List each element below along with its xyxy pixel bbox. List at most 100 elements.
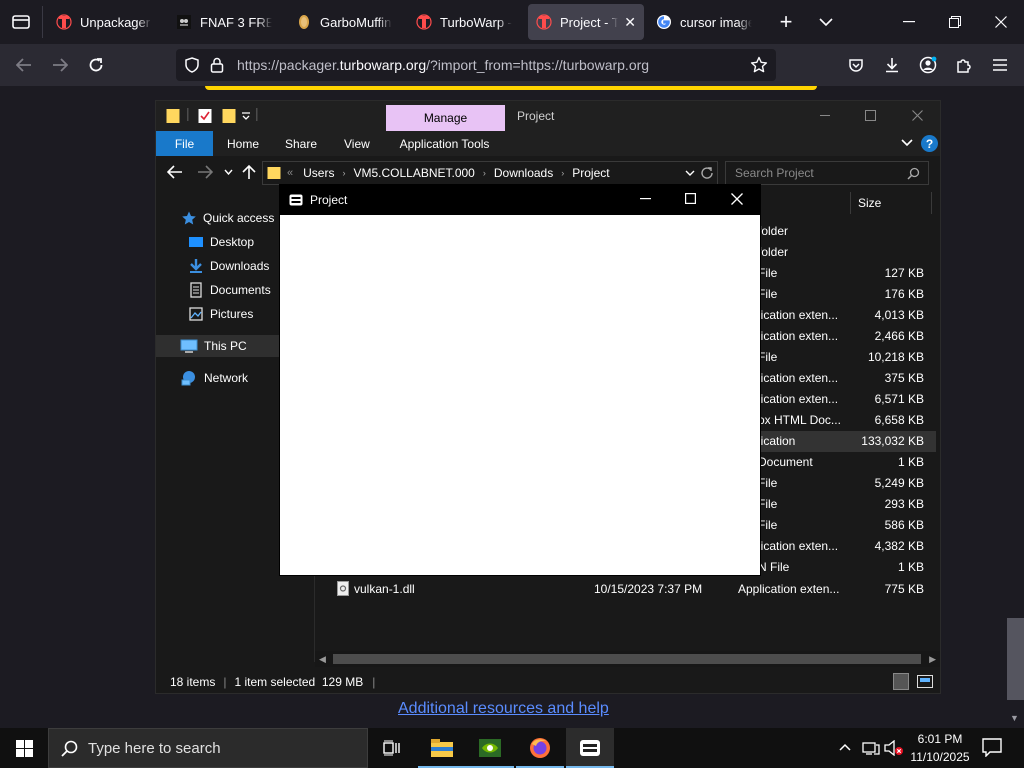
notification-center-button[interactable] xyxy=(982,738,1002,757)
dialog-maximize-button[interactable] xyxy=(685,193,696,204)
explorer-search-box[interactable]: Search Project xyxy=(725,161,929,185)
taskbar-nvidia-app[interactable] xyxy=(466,728,514,768)
file-row[interactable]: File 10,218 KB xyxy=(756,347,936,368)
url-bar[interactable]: https://packager.turbowarp.org/?import_f… xyxy=(176,49,776,81)
ribbon-expand-icon[interactable] xyxy=(901,139,913,147)
explorer-address-bar[interactable]: « Users › VM5.COLLABNET.000 › Downloads … xyxy=(262,161,718,185)
browser-tab-5-active[interactable]: Project - Tu ✕ xyxy=(528,4,644,40)
scroll-down-icon[interactable]: ▼ xyxy=(1010,713,1019,723)
column-header-size[interactable]: Size xyxy=(858,196,881,210)
file-row[interactable]: lication exten... 375 KB xyxy=(756,368,936,389)
task-view-button[interactable] xyxy=(368,728,416,768)
browser-tab-3[interactable]: GarboMuffin o xyxy=(288,4,400,40)
explorer-minimize-button[interactable] xyxy=(820,115,830,117)
chevron-right-icon[interactable]: › xyxy=(483,168,486,178)
chevron-right-icon[interactable]: › xyxy=(561,168,564,178)
breadcrumb-item[interactable]: Project xyxy=(572,166,609,180)
file-row[interactable]: File 176 KB xyxy=(756,284,936,305)
manage-contextual-tab[interactable]: Manage xyxy=(386,105,505,131)
close-tab-icon[interactable]: ✕ xyxy=(624,14,636,31)
start-button[interactable] xyxy=(0,728,48,768)
app-menu-button[interactable] xyxy=(985,50,1015,80)
taskbar-file-explorer[interactable] xyxy=(418,728,466,768)
browser-tab-4[interactable]: TurboWarp - R xyxy=(408,4,520,40)
browser-tab-6[interactable]: cursor image 3 xyxy=(648,4,760,40)
list-all-tabs-button[interactable] xyxy=(806,0,846,44)
forward-button[interactable] xyxy=(45,50,75,80)
horizontal-scroll-thumb[interactable] xyxy=(333,654,921,664)
column-divider[interactable] xyxy=(931,192,932,214)
minimize-window-button[interactable] xyxy=(886,0,932,44)
explorer-close-button[interactable] xyxy=(912,110,923,121)
browser-tab-1[interactable]: Unpackager fo xyxy=(48,4,160,40)
volume-muted-icon[interactable] xyxy=(884,740,904,756)
large-icons-view-icon[interactable] xyxy=(917,675,933,688)
taskbar-project-app[interactable] xyxy=(566,728,614,768)
dialog-close-button[interactable] xyxy=(731,193,743,205)
file-row[interactable]: File 293 KB xyxy=(756,494,936,515)
details-view-icon[interactable] xyxy=(893,673,909,690)
file-row-vulkan[interactable]: vulkan-1.dll 10/15/2023 7:37 PM Applicat… xyxy=(315,578,930,600)
file-row[interactable]: lication exten... 4,013 KB xyxy=(756,305,936,326)
taskbar-firefox[interactable] xyxy=(516,728,564,768)
ribbon-tab-view[interactable]: View xyxy=(344,131,370,156)
ribbon-tab-share[interactable]: Share xyxy=(285,131,317,156)
file-row[interactable]: File 5,249 KB xyxy=(756,473,936,494)
breadcrumb-item[interactable]: Users xyxy=(303,166,334,180)
recent-locations-icon[interactable] xyxy=(224,169,233,175)
lock-icon[interactable] xyxy=(210,57,224,73)
restore-window-button[interactable] xyxy=(932,0,978,44)
explorer-horizontal-scrollbar[interactable]: ◀ ▶ xyxy=(315,651,940,667)
explorer-forward-button[interactable] xyxy=(197,165,213,179)
extensions-button[interactable] xyxy=(949,50,979,80)
firefox-view-button[interactable] xyxy=(0,0,42,44)
help-icon[interactable]: ? xyxy=(921,135,938,152)
file-row[interactable]: Document 1 KB xyxy=(756,452,936,473)
account-button[interactable] xyxy=(913,50,943,80)
network-tray-icon[interactable] xyxy=(862,740,880,756)
file-row[interactable]: N File 1 KB xyxy=(756,557,936,578)
show-hidden-icons-button[interactable] xyxy=(839,743,851,751)
refresh-icon[interactable] xyxy=(700,166,714,180)
address-history-icon[interactable] xyxy=(685,170,695,177)
column-divider[interactable] xyxy=(850,192,851,214)
ribbon-tab-home[interactable]: Home xyxy=(227,131,259,156)
scroll-left-icon[interactable]: ◀ xyxy=(319,654,326,665)
file-row[interactable]: File 586 KB xyxy=(756,515,936,536)
qat-dropdown-icon[interactable] xyxy=(241,111,251,121)
file-row[interactable]: lication exten... 4,382 KB xyxy=(756,536,936,557)
chevron-right-icon[interactable]: › xyxy=(342,168,345,178)
explorer-back-button[interactable] xyxy=(167,165,183,179)
file-row[interactable]: folder xyxy=(756,221,936,242)
dialog-minimize-button[interactable] xyxy=(640,198,651,200)
new-tab-button[interactable]: + xyxy=(764,0,808,44)
additional-resources-link[interactable]: Additional resources and help xyxy=(398,700,609,718)
taskbar-search-box[interactable]: Type here to search xyxy=(48,728,368,768)
file-row[interactable]: lication exten... 2,466 KB xyxy=(756,326,936,347)
taskbar-clock[interactable]: 6:01 PM 11/10/2025 xyxy=(906,729,974,767)
file-row[interactable]: File 127 KB xyxy=(756,263,936,284)
ribbon-tab-application-tools[interactable]: Application Tools xyxy=(385,131,504,156)
ribbon-tab-file[interactable]: File xyxy=(156,131,213,156)
explorer-maximize-button[interactable] xyxy=(865,110,876,121)
dialog-content-area[interactable] xyxy=(280,215,760,575)
tracking-protection-icon[interactable] xyxy=(184,57,200,73)
up-folder-button[interactable] xyxy=(242,164,256,180)
new-folder-icon[interactable] xyxy=(222,108,236,124)
file-row[interactable]: ox HTML Doc... 6,658 KB xyxy=(756,410,936,431)
file-row[interactable]: folder xyxy=(756,242,936,263)
reload-button[interactable] xyxy=(81,50,111,80)
breadcrumb-item[interactable]: Downloads xyxy=(494,166,553,180)
file-row[interactable]: lication exten... 6,571 KB xyxy=(756,389,936,410)
properties-icon[interactable] xyxy=(198,108,212,124)
breadcrumb-overflow[interactable]: « xyxy=(287,167,293,179)
close-window-button[interactable] xyxy=(978,0,1024,44)
scroll-right-icon[interactable]: ▶ xyxy=(929,654,936,665)
back-button[interactable] xyxy=(9,50,39,80)
file-row[interactable]: lication 133,032 KB xyxy=(756,431,936,452)
breadcrumb-item[interactable]: VM5.COLLABNET.000 xyxy=(353,166,474,180)
bookmark-star-icon[interactable] xyxy=(750,56,768,74)
page-scrollbar-thumb[interactable] xyxy=(1007,618,1024,700)
browser-tab-2[interactable]: FNAF 3 FREE (I xyxy=(168,4,280,40)
downloads-button[interactable] xyxy=(877,50,907,80)
